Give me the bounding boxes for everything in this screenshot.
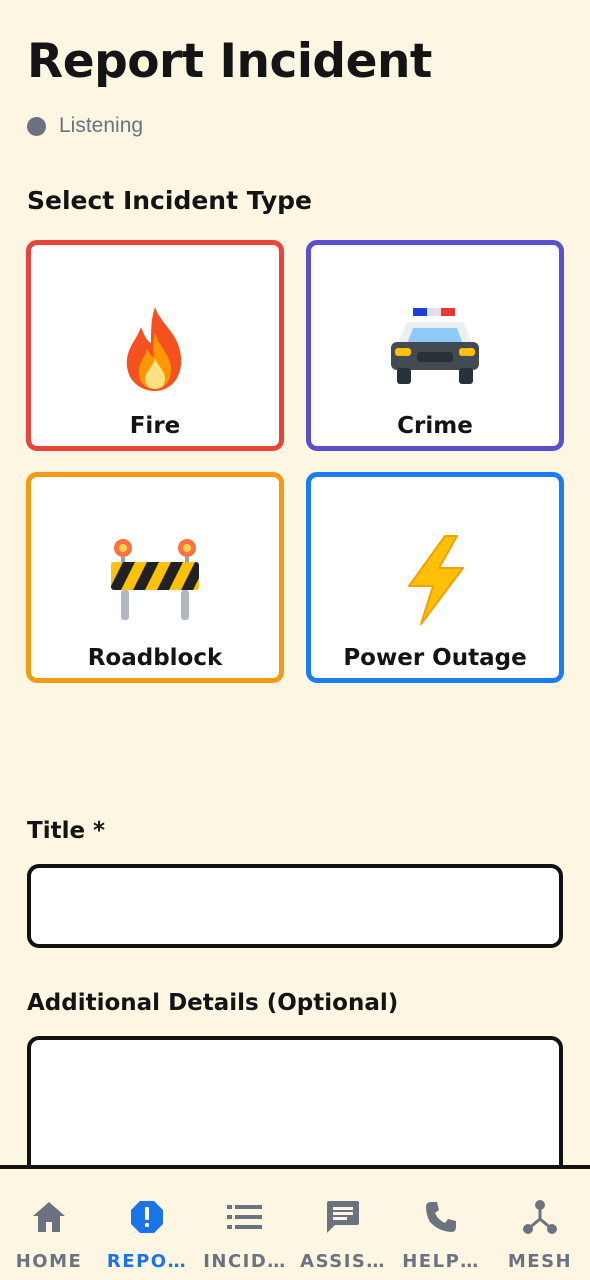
incident-type-label: Crime bbox=[397, 413, 473, 439]
list-icon bbox=[196, 1197, 294, 1237]
page-title: Report Incident bbox=[27, 34, 432, 89]
title-input[interactable] bbox=[27, 864, 563, 948]
status-text: Listening bbox=[59, 114, 144, 137]
title-label: Title * bbox=[27, 818, 106, 844]
incident-type-roadblock[interactable]: Roadblock bbox=[26, 472, 284, 683]
tab-assistant[interactable]: ASSIS… bbox=[294, 1169, 392, 1280]
phone-icon bbox=[392, 1197, 490, 1237]
tab-help[interactable]: HELP… bbox=[392, 1169, 490, 1280]
report-incident-screen: Report Incident Listening Select Inciden… bbox=[0, 0, 590, 1166]
bottom-tab-bar: HOME REPO… INCID… ASSIS… HELP… MESH bbox=[0, 1165, 590, 1280]
status-dot-icon bbox=[27, 116, 46, 136]
fire-icon bbox=[31, 293, 279, 403]
incident-type-label: Fire bbox=[129, 413, 181, 439]
incident-type-fire[interactable]: Fire bbox=[26, 240, 284, 451]
roadblock-icon bbox=[31, 525, 279, 635]
tab-label: HOME bbox=[15, 1251, 83, 1272]
tab-mesh[interactable]: MESH bbox=[490, 1169, 590, 1280]
incident-type-label: Power Outage bbox=[343, 645, 527, 671]
details-textarea[interactable] bbox=[27, 1036, 563, 1166]
tab-home[interactable]: HOME bbox=[0, 1169, 98, 1280]
status-indicator: Listening bbox=[27, 114, 143, 138]
chat-icon bbox=[294, 1197, 392, 1237]
tab-label: REPO… bbox=[106, 1251, 188, 1272]
tab-incidents[interactable]: INCID… bbox=[196, 1169, 294, 1280]
alert-icon bbox=[98, 1197, 196, 1237]
mesh-icon bbox=[490, 1197, 590, 1237]
tab-report[interactable]: REPO… bbox=[98, 1169, 196, 1280]
tab-label: HELP… bbox=[402, 1251, 480, 1272]
incident-type-power-outage[interactable]: Power Outage bbox=[306, 472, 564, 683]
tab-label: MESH bbox=[507, 1251, 573, 1272]
police-car-icon bbox=[311, 293, 559, 403]
incident-type-crime[interactable]: Crime bbox=[306, 240, 564, 451]
incident-type-label: Roadblock bbox=[87, 645, 223, 671]
home-icon bbox=[0, 1197, 98, 1237]
details-label: Additional Details (Optional) bbox=[27, 990, 399, 1016]
tab-label: INCID… bbox=[203, 1251, 287, 1272]
tab-label: ASSIS… bbox=[300, 1251, 386, 1272]
lightning-icon bbox=[311, 525, 559, 635]
incident-type-heading: Select Incident Type bbox=[27, 186, 312, 215]
